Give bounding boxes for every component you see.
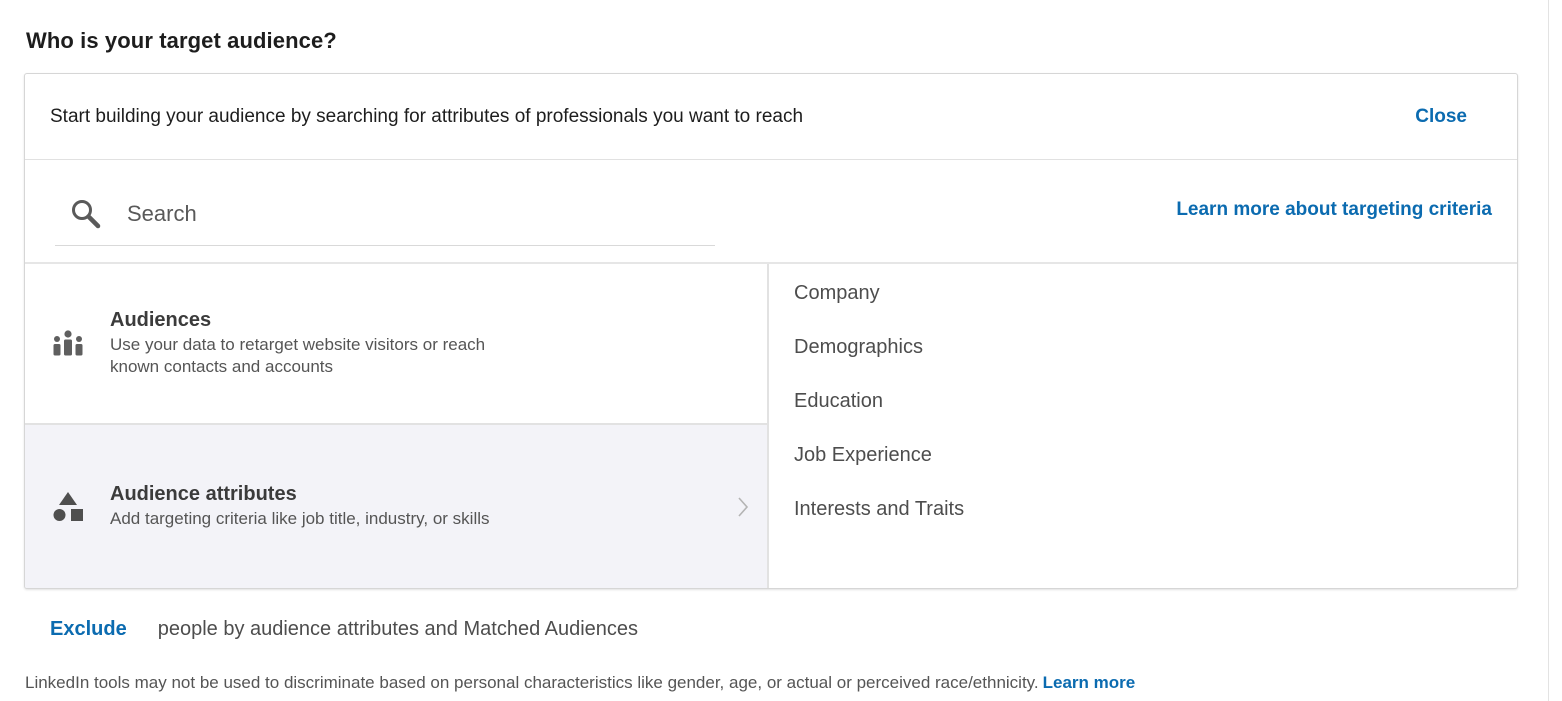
search-box[interactable] bbox=[55, 182, 715, 246]
people-icon bbox=[51, 327, 85, 361]
option-description: Use your data to retarget website visito… bbox=[110, 335, 486, 376]
category-education[interactable]: Education bbox=[794, 388, 1517, 442]
option-text: Audiences Use your data to retarget webs… bbox=[110, 309, 500, 378]
category-demographics[interactable]: Demographics bbox=[794, 334, 1517, 388]
close-button[interactable]: Close bbox=[1415, 106, 1467, 128]
option-list: Audiences Use your data to retarget webs… bbox=[25, 264, 769, 588]
exclude-row: Exclude people by audience attributes an… bbox=[50, 618, 638, 641]
disclaimer-text: LinkedIn tools may not be used to discri… bbox=[25, 673, 1039, 692]
option-audiences[interactable]: Audiences Use your data to retarget webs… bbox=[25, 264, 767, 425]
chevron-right-icon bbox=[737, 496, 749, 518]
page-title: Who is your target audience? bbox=[26, 28, 337, 53]
category-job-experience[interactable]: Job Experience bbox=[794, 442, 1517, 496]
panel-header: Start building your audience by searchin… bbox=[25, 74, 1517, 160]
shapes-icon bbox=[51, 490, 85, 524]
selection-area: Audiences Use your data to retarget webs… bbox=[25, 264, 1517, 588]
panel-intro: Start building your audience by searchin… bbox=[50, 105, 804, 127]
category-company[interactable]: Company bbox=[794, 280, 1517, 334]
audience-panel: Start building your audience by searchin… bbox=[24, 73, 1518, 589]
exclude-description: people by audience attributes and Matche… bbox=[157, 618, 639, 640]
search-row: Learn more about targeting criteria bbox=[25, 160, 1517, 264]
exclude-button[interactable]: Exclude bbox=[50, 618, 127, 641]
search-icon bbox=[69, 197, 103, 231]
learn-targeting-link[interactable]: Learn more about targeting criteria bbox=[1176, 199, 1492, 221]
category-interests-traits[interactable]: Interests and Traits bbox=[794, 496, 1517, 550]
option-text: Audience attributes Add targeting criter… bbox=[110, 483, 500, 530]
search-input[interactable] bbox=[127, 200, 667, 227]
option-audience-attributes[interactable]: Audience attributes Add targeting criter… bbox=[25, 425, 767, 588]
option-title: Audiences bbox=[110, 309, 212, 331]
scrollbar-track[interactable] bbox=[1548, 0, 1562, 701]
option-description: Add targeting criteria like job title, i… bbox=[110, 509, 490, 528]
option-title: Audience attributes bbox=[110, 483, 297, 505]
category-list: Company Demographics Education Job Exper… bbox=[769, 264, 1517, 588]
disclaimer: LinkedIn tools may not be used to discri… bbox=[25, 673, 1135, 693]
learn-more-link[interactable]: Learn more bbox=[1043, 673, 1136, 692]
